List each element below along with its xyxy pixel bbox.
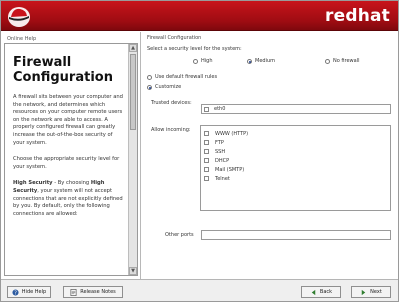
service-label: DHCP (215, 157, 230, 164)
help-text: Firewall Configuration A firewall sits b… (5, 44, 128, 275)
section-title: Firewall Configuration (147, 35, 202, 41)
security-level-prompt: Select a security level for the system: (147, 46, 242, 52)
help-pane-label: Online Help (7, 36, 37, 42)
help-text-frame: Firewall Configuration A firewall sits b… (4, 43, 138, 276)
trusted-device-label: eth0 (214, 106, 226, 112)
bottom-button-bar: ? Hide Help Release Notes Back Next (1, 279, 398, 301)
next-button[interactable]: Next (351, 286, 391, 298)
other-ports-input[interactable] (201, 230, 391, 240)
service-item-ftp[interactable]: FTP (201, 138, 390, 147)
help-paragraph: High Security - By choosing High Securit… (13, 180, 124, 218)
firewall-panel: Firewall Configuration Select a security… (141, 32, 398, 279)
header-banner: redhat (1, 1, 398, 31)
radio-label: Customize (155, 84, 182, 90)
checkbox[interactable] (204, 176, 209, 181)
other-ports-label: Other ports (165, 232, 194, 238)
scroll-down-icon[interactable]: ▼ (129, 267, 137, 275)
service-label: SSH (215, 148, 226, 155)
radio-button[interactable] (147, 84, 152, 90)
back-button[interactable]: Back (301, 286, 341, 298)
button-label: Back (319, 289, 333, 295)
help-icon: ? (12, 288, 19, 296)
checkbox[interactable] (204, 149, 209, 154)
checkbox[interactable] (204, 140, 209, 145)
help-text-span: - By choosing (52, 180, 91, 187)
help-scrollbar[interactable]: ▲ ▼ (128, 44, 137, 275)
button-label: Hide Help (21, 289, 47, 295)
checkbox[interactable] (204, 158, 209, 163)
hide-help-button[interactable]: ? Hide Help (7, 286, 51, 298)
scroll-up-icon[interactable]: ▲ (129, 44, 137, 52)
scrollbar-thumb[interactable] (130, 54, 136, 130)
radio-button[interactable] (325, 58, 330, 64)
radio-default-rules[interactable]: Use default firewall rules (147, 74, 217, 80)
redhat-logo-icon (8, 7, 30, 27)
trusted-devices-label: Trusted devices: (151, 100, 192, 106)
button-label: Release Notes (80, 289, 116, 295)
next-arrow-icon (361, 289, 366, 295)
svg-text:?: ? (14, 290, 17, 295)
radio-label: Use default firewall rules (155, 74, 218, 80)
back-arrow-icon (311, 289, 316, 295)
checkbox[interactable] (204, 131, 209, 136)
service-item-telnet[interactable]: Telnet (201, 174, 390, 183)
notes-icon (70, 288, 77, 296)
service-item-smtp[interactable]: Mail (SMTP) (201, 165, 390, 174)
service-label: WWW (HTTP) (215, 130, 249, 137)
radio-button[interactable] (147, 74, 152, 80)
radio-label: High (201, 58, 213, 64)
radio-no-firewall[interactable]: No firewall (325, 58, 360, 64)
service-item-ssh[interactable]: SSH (201, 147, 390, 156)
button-label: Next (370, 289, 382, 295)
radio-high[interactable]: High (193, 58, 213, 64)
radio-medium[interactable]: Medium (247, 58, 275, 64)
radio-customize[interactable]: Customize (147, 84, 181, 90)
allow-incoming-list: WWW (HTTP) FTP SSH DHCP Mail (SMTP) Teln… (200, 125, 391, 211)
radio-label: Medium (255, 58, 275, 64)
help-bold-text: High Security (13, 180, 53, 187)
help-paragraph: A firewall sits between your computer an… (13, 94, 123, 146)
radio-button[interactable] (247, 58, 252, 64)
help-pane: Online Help Firewall Configuration A fir… (1, 32, 141, 279)
brand-wordmark: redhat (325, 6, 390, 26)
radio-button[interactable] (193, 58, 198, 64)
help-paragraph: Choose the appropriate security level fo… (13, 156, 120, 170)
service-item-www[interactable]: WWW (HTTP) (201, 129, 390, 138)
checkbox-eth0[interactable] (204, 106, 209, 112)
help-title: Firewall Configuration (13, 55, 113, 85)
installer-window: redhat Online Help Firewall Configuratio… (0, 0, 399, 302)
service-item-dhcp[interactable]: DHCP (201, 156, 390, 165)
checkbox[interactable] (204, 167, 209, 172)
radio-label: No firewall (333, 58, 360, 64)
trusted-devices-list[interactable]: eth0 (201, 104, 391, 114)
service-label: Telnet (215, 175, 230, 182)
service-label: Mail (SMTP) (215, 166, 245, 173)
service-label: FTP (215, 139, 224, 146)
release-notes-button[interactable]: Release Notes (63, 286, 123, 298)
allow-incoming-label: Allow incoming: (151, 127, 191, 133)
